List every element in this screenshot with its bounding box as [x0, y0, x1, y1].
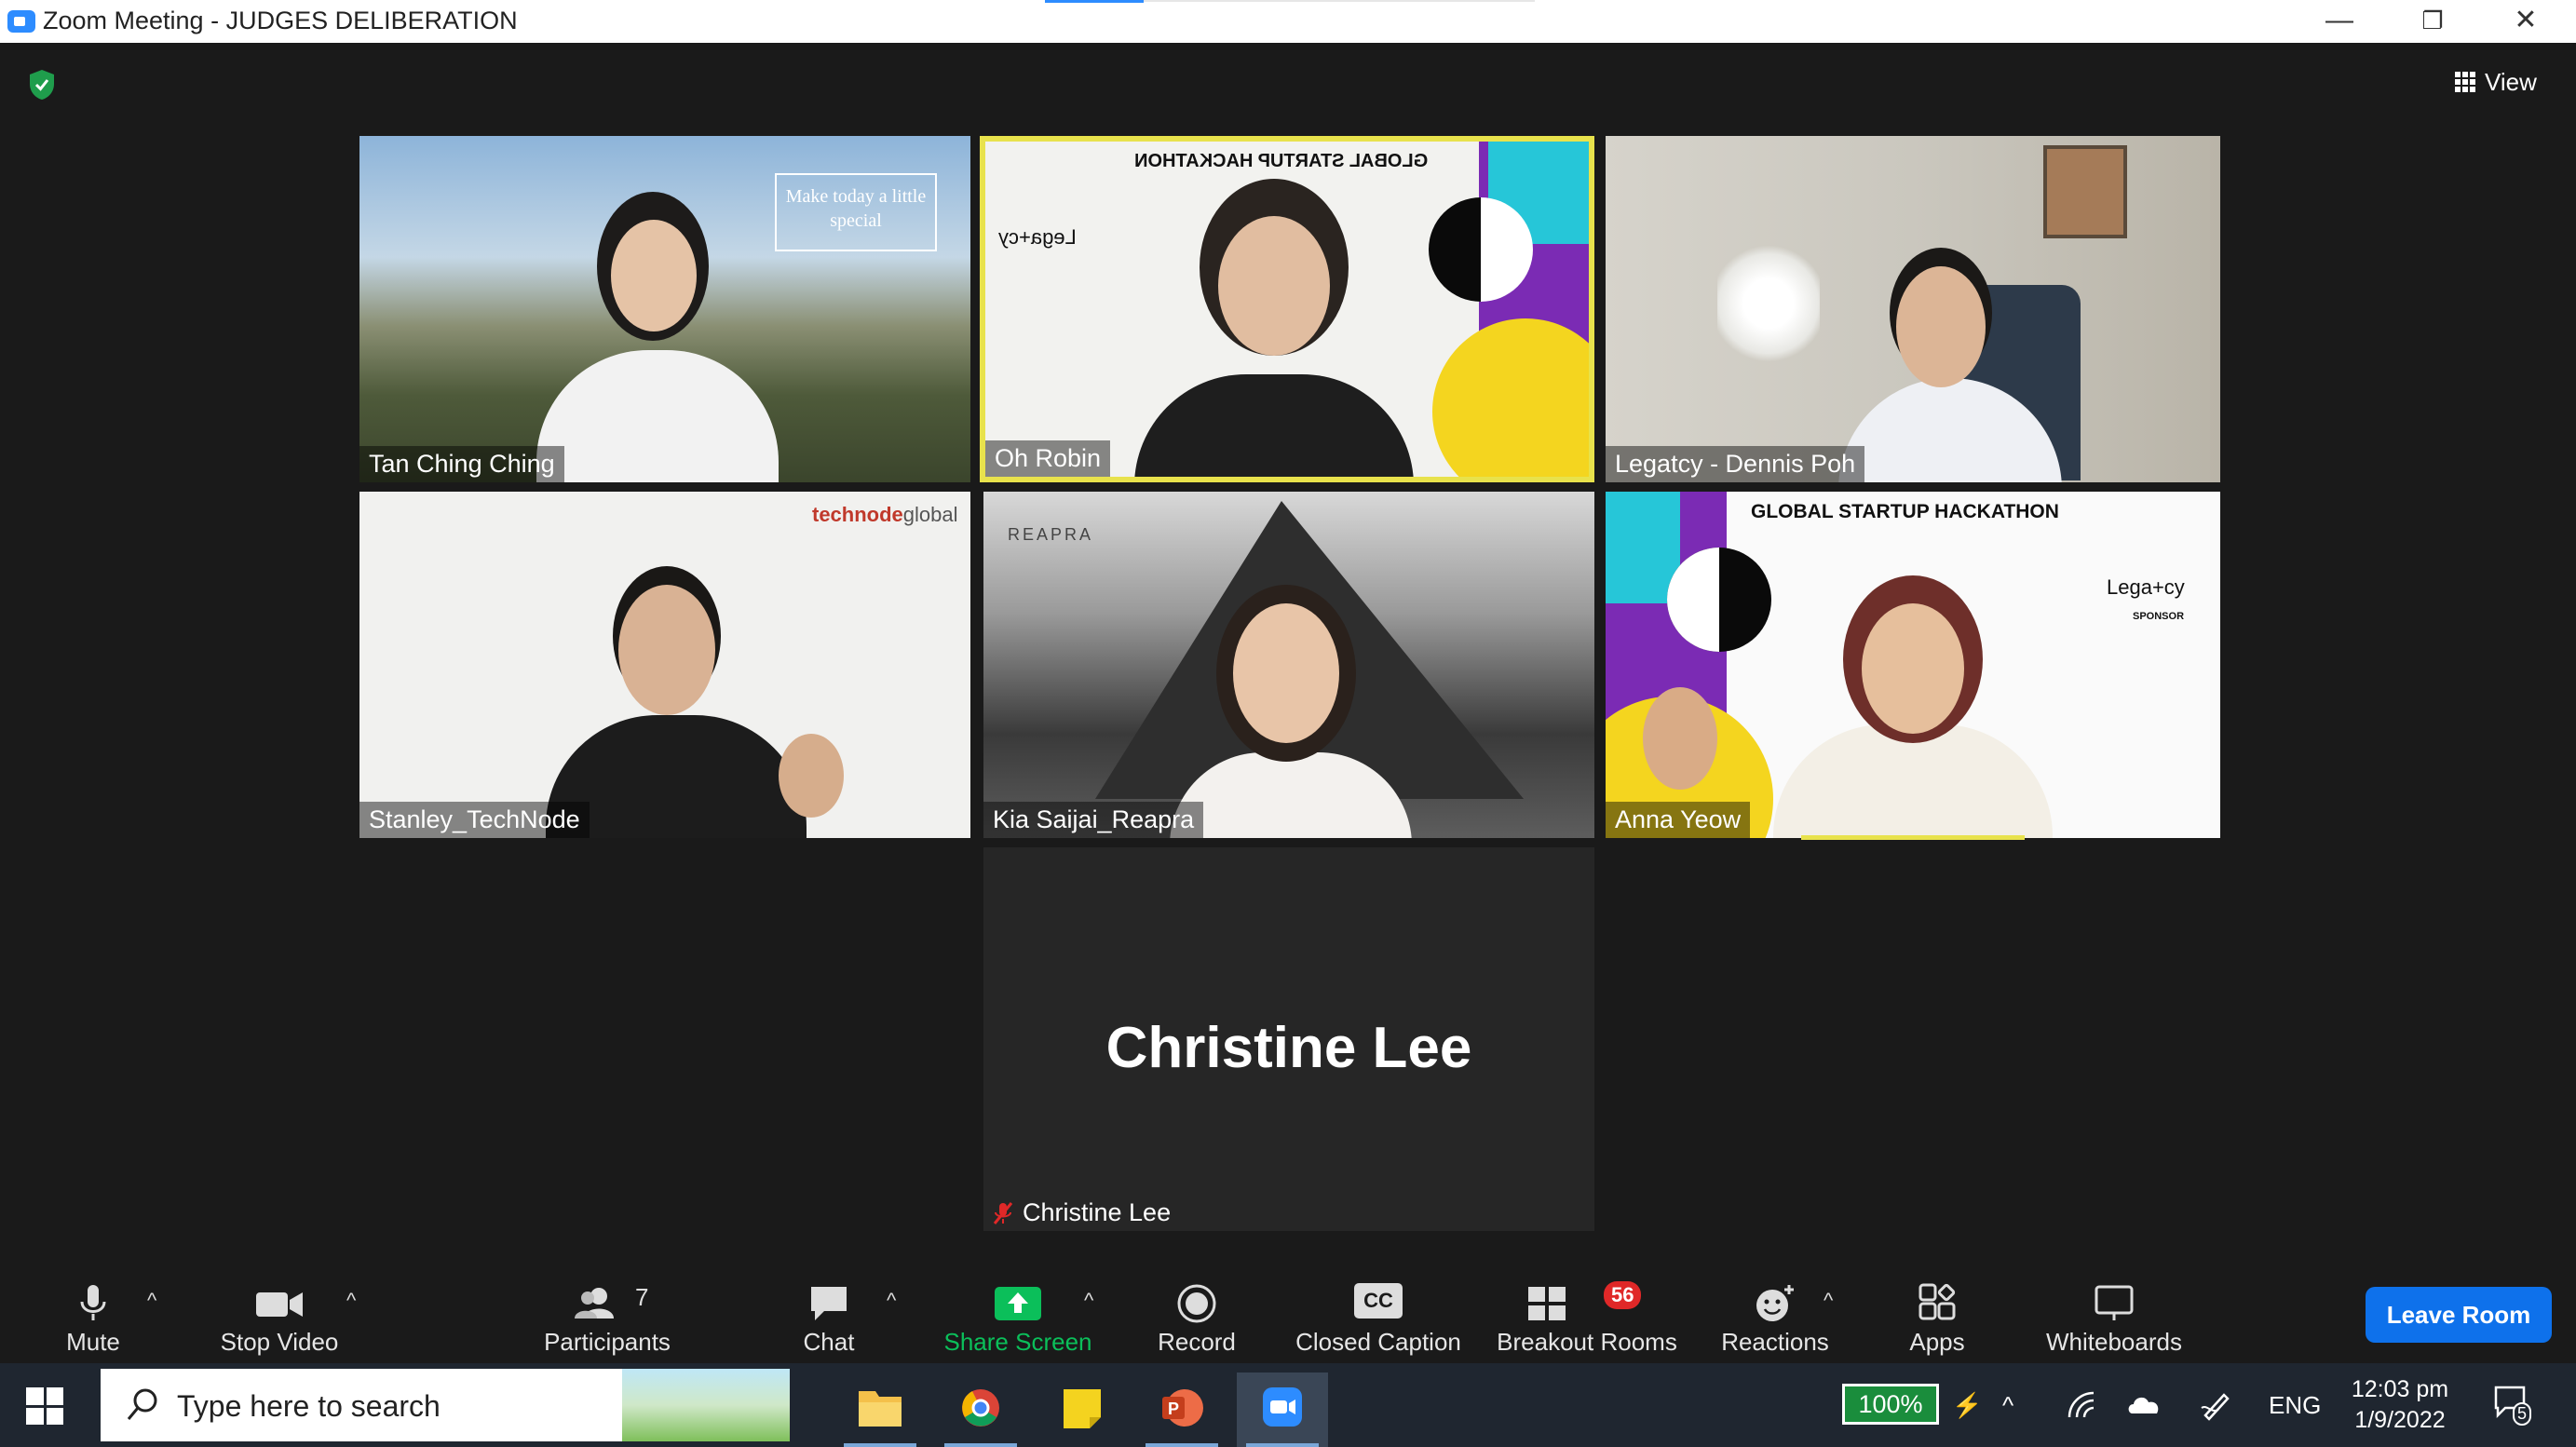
search-placeholder: Type here to search: [177, 1389, 441, 1423]
record-button[interactable]: Record: [1146, 1270, 1248, 1363]
participant-name: Kia Saijai_Reapra: [983, 802, 1204, 838]
video-tile[interactable]: technodeglobal Stanley_TechNode: [359, 492, 970, 838]
reapra-logo: REAPRA: [1008, 525, 1094, 544]
taskbar-search-input[interactable]: Type here to search: [101, 1369, 790, 1441]
muted-mic-icon: [993, 1201, 1013, 1224]
sponsor-logo: Lega+cy: [2107, 575, 2185, 599]
audio-options-caret[interactable]: ^: [147, 1289, 156, 1313]
audio-indicator: [1801, 835, 2025, 840]
video-tile[interactable]: Legatcy - Dennis Poh: [1606, 136, 2220, 482]
technode-logo: technodeglobal: [812, 503, 958, 526]
video-tile[interactable]: Make today a little special Tan Ching Ch…: [359, 136, 970, 482]
search-highlight-illustration: [622, 1369, 790, 1441]
view-label: View: [2485, 67, 2537, 96]
windows-start-icon[interactable]: [26, 1387, 63, 1425]
clock-date: 1/9/2022: [2354, 1407, 2446, 1433]
reactions-options-caret[interactable]: ^: [1824, 1289, 1833, 1313]
taskbar-file-explorer[interactable]: [834, 1373, 926, 1447]
breakout-count-badge: 56: [1604, 1281, 1642, 1309]
share-options-caret[interactable]: ^: [1084, 1289, 1093, 1313]
input-language[interactable]: ENG: [2269, 1363, 2321, 1447]
share-screen-icon: [995, 1287, 1041, 1320]
taskbar-sticky-notes[interactable]: [1036, 1373, 1127, 1447]
share-screen-button[interactable]: Share Screen: [941, 1270, 1095, 1363]
video-tile[interactable]: GLOBAL STARTUP HACKATHON Lega+cy SPONSOR…: [1606, 492, 2220, 838]
chrome-icon: [962, 1389, 999, 1427]
microphone-icon: [80, 1285, 106, 1320]
pen-workspace-icon[interactable]: [2200, 1389, 2233, 1421]
taskbar-clock[interactable]: 12:03 pm 1/9/2022: [2339, 1374, 2461, 1436]
video-options-caret[interactable]: ^: [346, 1289, 356, 1313]
title-bar: Zoom Meeting - JUDGES DELIBERATION — ❐ ✕: [0, 0, 2576, 43]
record-icon: [1177, 1284, 1216, 1323]
window-title: Zoom Meeting - JUDGES DELIBERATION: [43, 7, 518, 34]
notification-center-icon[interactable]: 5: [2492, 1384, 2532, 1426]
taskbar-zoom[interactable]: [1237, 1373, 1328, 1447]
whiteboard-icon: [2095, 1285, 2134, 1320]
video-tile-active-speaker[interactable]: GLOBAL STARTUP HACKATHON Lega+cy Oh Robi…: [980, 136, 1594, 482]
participant-count: 7: [635, 1283, 649, 1311]
sponsor-logo: Lega+cy: [998, 225, 1077, 249]
background-card: Make today a little special: [775, 173, 937, 251]
meeting-toolbar: Mute ^ Stop Video ^ 7 Participants Chat …: [0, 1270, 2576, 1363]
view-button[interactable]: View: [2455, 63, 2537, 101]
folder-icon: [859, 1391, 902, 1427]
participant-name: Anna Yeow: [1606, 802, 1751, 838]
sticky-notes-icon: [1064, 1389, 1101, 1428]
clock-time: 12:03 pm: [2351, 1376, 2449, 1402]
participant-name-label: Christine Lee: [983, 1195, 1180, 1231]
leave-room-button[interactable]: Leave Room: [2366, 1287, 2552, 1343]
powerpoint-icon: P: [1162, 1389, 1203, 1427]
close-button[interactable]: ✕: [2479, 0, 2572, 43]
reactions-button[interactable]: Reactions: [1714, 1270, 1837, 1363]
zoom-app-icon: [1263, 1387, 1302, 1427]
chat-button[interactable]: Chat: [782, 1270, 875, 1363]
sponsor-tag: SPONSOR: [2133, 611, 2185, 622]
taskbar-chrome[interactable]: [935, 1373, 1026, 1447]
encryption-shield-icon[interactable]: [28, 69, 56, 101]
show-hidden-icons-chevron-icon[interactable]: ^: [2002, 1363, 2013, 1447]
wifi-icon[interactable]: [2066, 1389, 2103, 1421]
video-tile-camera-off[interactable]: Christine Lee Christine Lee: [983, 847, 1594, 1231]
hackathon-banner: GLOBAL STARTUP HACKATHON: [1134, 151, 1429, 171]
restore-button[interactable]: ❐: [2386, 0, 2479, 43]
windows-taskbar: Type here to search P 100% ⚡ ^ ENG 12:03…: [0, 1363, 2576, 1447]
reactions-smiley-icon: [1756, 1285, 1794, 1321]
hackathon-banner: GLOBAL STARTUP HACKATHON: [1751, 501, 2059, 522]
grid-view-icon: [2455, 72, 2475, 92]
apps-icon: [1918, 1283, 1956, 1320]
participants-button[interactable]: 7 Participants: [531, 1270, 684, 1363]
display-name: Christine Lee: [1105, 1016, 1472, 1080]
battery-indicator[interactable]: 100%: [1842, 1384, 1939, 1425]
minimize-button[interactable]: —: [2293, 0, 2386, 43]
participant-name: Oh Robin: [985, 440, 1111, 477]
taskbar-powerpoint[interactable]: P: [1136, 1373, 1227, 1447]
participant-name: Tan Ching Ching: [359, 446, 564, 482]
participant-name: Stanley_TechNode: [359, 802, 590, 838]
mute-button[interactable]: Mute: [47, 1270, 140, 1363]
chat-bubble-icon: [811, 1287, 847, 1320]
stop-video-button[interactable]: Stop Video: [210, 1270, 349, 1363]
zoom-logo-icon: [7, 10, 35, 33]
title-divider: [1144, 0, 1535, 2]
power-plug-icon[interactable]: ⚡: [1952, 1363, 1982, 1447]
notification-count: 5: [2513, 1402, 2532, 1426]
video-camera-icon: [256, 1292, 303, 1317]
search-icon: [127, 1388, 157, 1420]
apps-button[interactable]: Apps: [1891, 1270, 1984, 1363]
breakout-rooms-icon: [1528, 1287, 1566, 1320]
svg-text:P: P: [1168, 1400, 1179, 1418]
closed-caption-icon: CC: [1354, 1283, 1403, 1319]
drag-indicator: [1045, 0, 1144, 3]
onedrive-cloud-icon[interactable]: [2125, 1391, 2162, 1417]
participant-name: Legatcy - Dennis Poh: [1606, 446, 1865, 482]
breakout-rooms-button[interactable]: 56 Breakout Rooms: [1490, 1270, 1684, 1363]
video-tile[interactable]: REAPRA Kia Saijai_Reapra: [983, 492, 1594, 838]
chat-options-caret[interactable]: ^: [887, 1289, 896, 1313]
closed-caption-button[interactable]: CC Closed Caption: [1289, 1270, 1468, 1363]
whiteboards-button[interactable]: Whiteboards: [2030, 1270, 2198, 1363]
